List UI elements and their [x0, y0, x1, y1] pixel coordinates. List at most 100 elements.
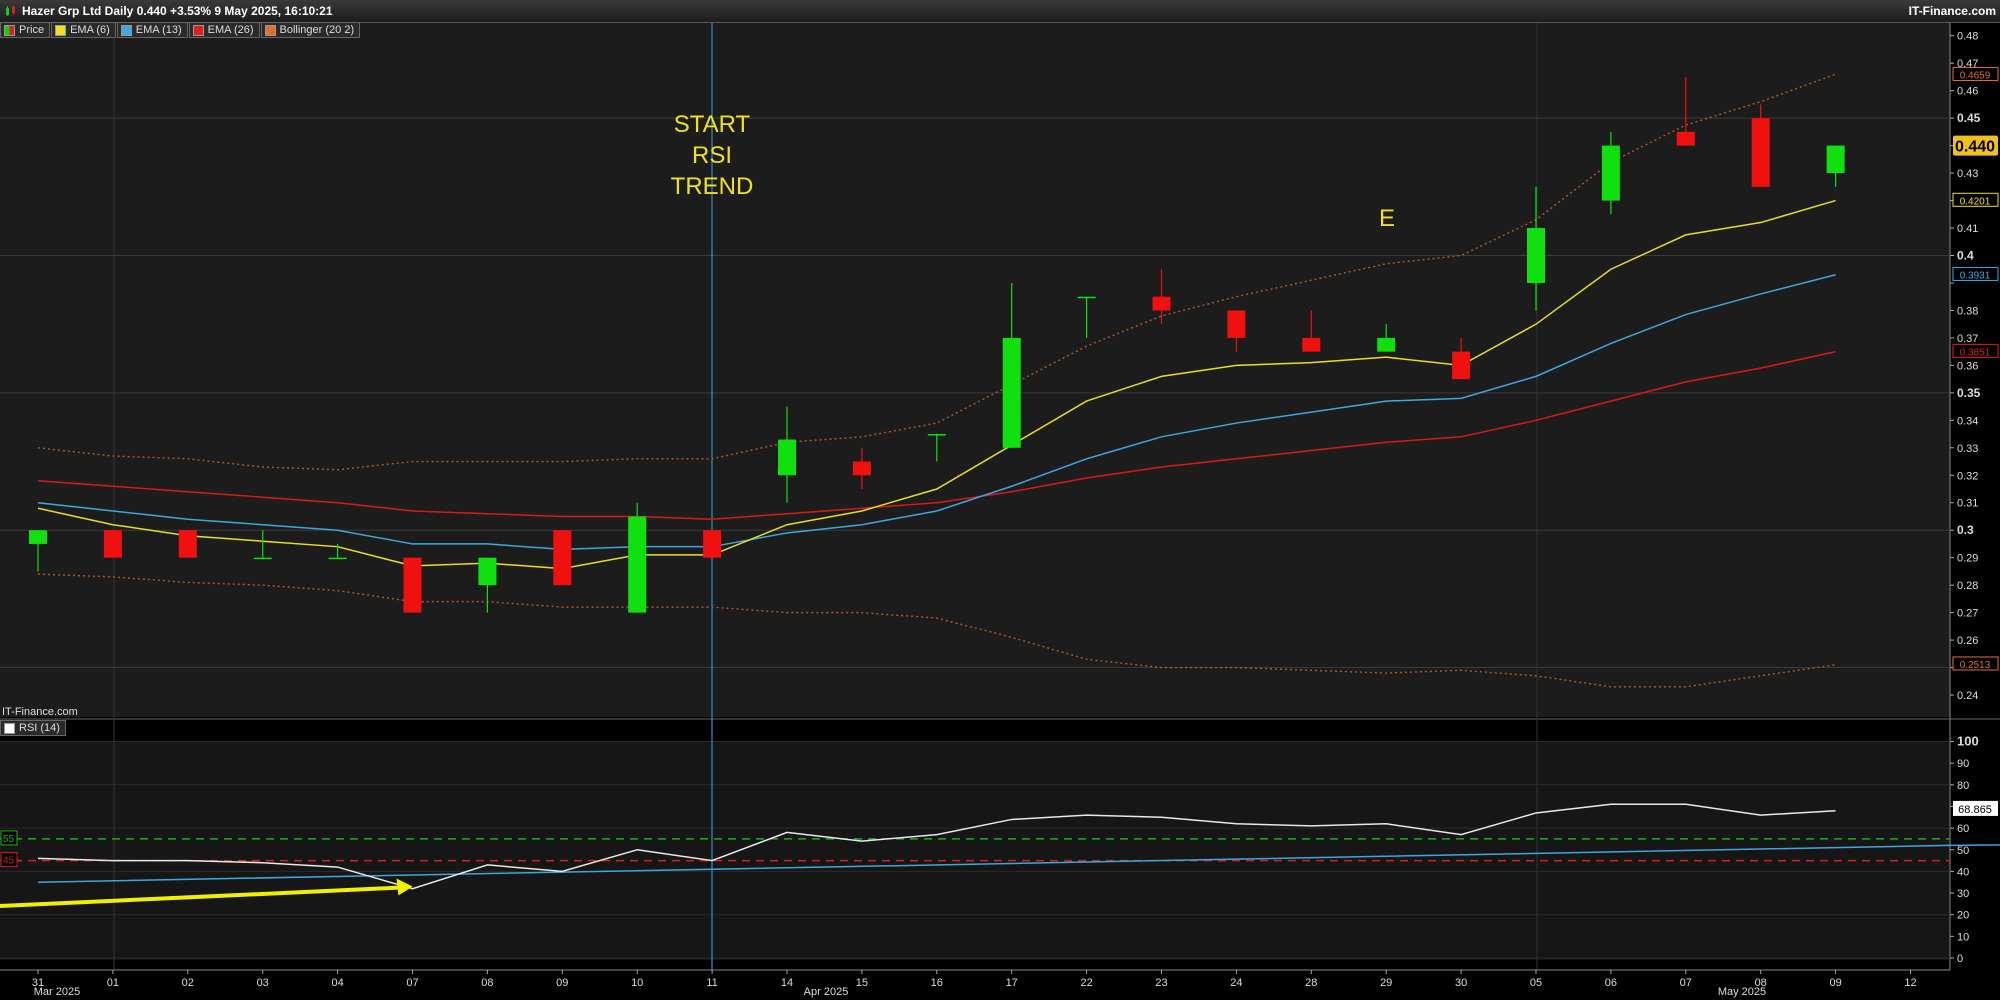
annotation-start: START: [674, 111, 751, 138]
legend-label: RSI (14): [19, 722, 60, 734]
watermark: IT-Finance.com: [2, 706, 78, 718]
x-tick-label: 29: [1380, 977, 1392, 989]
candle-body: [478, 557, 497, 586]
x-tick-label: 30: [1455, 977, 1467, 989]
x-tick-label: 11: [706, 977, 717, 989]
x-tick-label: 28: [1305, 977, 1317, 989]
price-tick-label: 0.43: [1957, 168, 1978, 180]
price-tick-label: 0.33: [1957, 443, 1978, 455]
legend-label: EMA (26): [207, 24, 254, 36]
candle-body: [1751, 118, 1770, 187]
rsi-tick-label: 90: [1957, 758, 1969, 770]
candle-body: [1527, 228, 1545, 283]
annotation-e: E: [1379, 205, 1395, 232]
price-tick-label: 0.45: [1957, 111, 1981, 125]
x-tick-label: 12: [1904, 977, 1916, 989]
rsi-level-55-tag: 55: [3, 834, 15, 845]
x-axis-bg: [0, 970, 2000, 1000]
candle-body: [403, 557, 422, 613]
candle-body: [1377, 337, 1396, 352]
price-tick-label: 0.28: [1957, 580, 1978, 592]
x-tick-label: 17: [1006, 977, 1018, 989]
x-tick-label: 22: [1080, 977, 1092, 989]
value-tag: 0.2513: [1960, 660, 1991, 671]
value-tag: 0.4659: [1960, 70, 1991, 81]
x-tick-label: 06: [1605, 977, 1617, 989]
price-tick-label: 0.46: [1957, 86, 1978, 98]
chart-window: 0.24 0.26 0.27 0.28 0.29 0.3 0.31 0.32 0.33 0.34 0…: [0, 0, 2000, 1000]
price-tick-label: 0.29: [1957, 553, 1978, 565]
legend-item-ema6[interactable]: EMA (6): [51, 22, 116, 38]
legend-item-ema13[interactable]: EMA (13): [116, 22, 188, 38]
rsi-tick-label: 30: [1957, 888, 1969, 900]
price-tick-label: 0.3: [1957, 523, 1974, 537]
bollinger-swatch-icon: [264, 24, 276, 36]
ema13-swatch-icon: [120, 24, 132, 36]
price-tick-label: 0.48: [1957, 31, 1978, 43]
candle-body: [703, 530, 722, 558]
candle-body: [778, 439, 796, 476]
legend-item-price[interactable]: Price: [0, 22, 51, 38]
x-tick-label: 23: [1155, 977, 1167, 989]
legend-item-bollinger[interactable]: Bollinger (20 2): [260, 22, 361, 38]
candle-body: [1676, 131, 1695, 146]
last-price-tag: 0.440: [1955, 139, 1995, 156]
x-tick-label: 07: [406, 977, 418, 989]
x-tick-label: 02: [182, 977, 194, 989]
price-tick-label: 0.34: [1957, 415, 1978, 427]
x-tick-label: 24: [1230, 977, 1242, 989]
candle-body: [1302, 337, 1321, 352]
brand-label: IT-Finance.com: [1908, 4, 1996, 18]
value-tag: 0.4201: [1960, 196, 1991, 207]
month-label: Apr 2025: [804, 986, 849, 998]
candle-body: [1077, 296, 1096, 299]
candle-body: [927, 434, 946, 436]
price-tick-label: 0.38: [1957, 305, 1978, 317]
rsi-tick-label: 60: [1957, 823, 1969, 835]
price-tick-label: 0.24: [1957, 690, 1978, 702]
candle-body: [29, 530, 47, 544]
rsi-tick-label: 20: [1957, 910, 1969, 922]
candle-body: [1826, 145, 1845, 174]
legend-label: EMA (13): [135, 24, 182, 36]
x-tick-label: 01: [107, 977, 119, 989]
month-label: May 2025: [1718, 986, 1766, 998]
rsi-tick-label: 100: [1957, 734, 1979, 749]
rsi-tick-label: 40: [1957, 866, 1969, 878]
ema26-swatch-icon: [192, 24, 204, 36]
value-tag: 0.3931: [1960, 270, 1991, 281]
candle-body: [103, 530, 122, 558]
legend-item-ema26[interactable]: EMA (26): [188, 22, 260, 38]
ema6-swatch-icon: [55, 24, 67, 36]
price-tick-label: 0.4: [1957, 248, 1974, 262]
value-tag: 0.3651: [1960, 347, 1991, 358]
legend-label: Bollinger (20 2): [279, 24, 355, 36]
candle-body: [328, 557, 347, 560]
candle-body: [1002, 337, 1021, 448]
candle-body: [553, 530, 572, 586]
x-tick-label: 04: [331, 977, 343, 989]
price-tick-label: 0.37: [1957, 333, 1978, 345]
rsi-tick-label: 0: [1957, 953, 1963, 965]
candle-body: [1152, 296, 1171, 311]
x-tick-label: 03: [257, 977, 269, 989]
candle-body: [1452, 351, 1471, 380]
legend-label: EMA (6): [70, 24, 110, 36]
rsi-level-45-tag: 45: [3, 856, 15, 867]
x-tick-label: 09: [556, 977, 568, 989]
price-tick-label: 0.32: [1957, 470, 1978, 482]
price-tick-label: 0.41: [1957, 223, 1978, 235]
chart-title: Hazer Grp Ltd Daily 0.440 +3.53% 9 May 2…: [22, 4, 333, 18]
legend-label: Price: [19, 24, 45, 36]
price-tick-label: 0.27: [1957, 608, 1978, 620]
candle-body: [253, 557, 272, 560]
rsi-tick-label: 80: [1957, 780, 1969, 792]
rsi-swatch-icon: [4, 722, 15, 734]
legend-item-rsi[interactable]: RSI (14): [0, 720, 66, 736]
x-tick-label: 09: [1829, 977, 1841, 989]
price-tick-label: 0.36: [1957, 360, 1978, 372]
candle-body: [1227, 310, 1246, 338]
rsi-current-tag: 68.865: [1958, 804, 1992, 816]
x-tick-label: 07: [1680, 977, 1692, 989]
candle-body: [628, 516, 647, 613]
